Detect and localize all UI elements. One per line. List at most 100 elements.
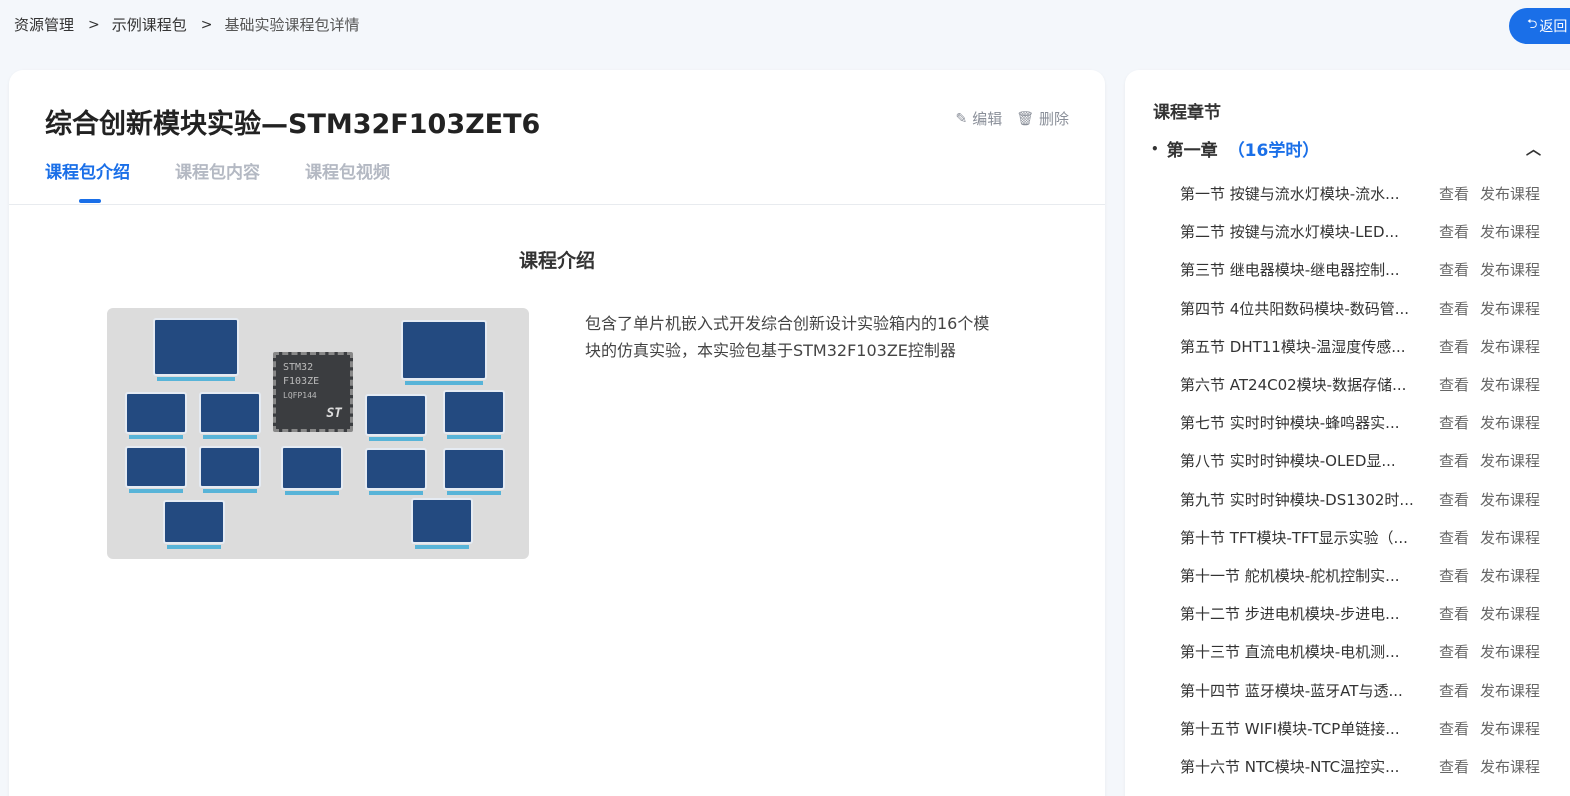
edit-icon: ✎ <box>955 110 968 127</box>
chevron-up-icon[interactable]: ︿ <box>1526 138 1541 159</box>
tab-package-video[interactable]: 课程包视频 <box>305 158 390 183</box>
course-actions: ✎ 编辑 🗑 删除 <box>941 108 1069 129</box>
publish-course-button[interactable]: 发布课程 <box>1480 603 1540 624</box>
publish-course-button[interactable]: 发布课程 <box>1480 298 1540 319</box>
module-board <box>365 394 427 441</box>
lesson-item: 第六节 AT24C02模块-数据存储... 查看 发布课程 <box>1180 374 1540 394</box>
lesson-item: 第十五节 WIFI模块-TCP单链接... 查看 发布课程 <box>1180 718 1540 738</box>
publish-course-button[interactable]: 发布课程 <box>1480 336 1540 357</box>
publish-course-button[interactable]: 发布课程 <box>1480 680 1540 701</box>
edit-button[interactable]: ✎ 编辑 <box>955 108 1002 129</box>
course-detail-card: 综合创新模块实验—STM32F103ZET6 ✎ 编辑 🗑 删除 课程包介绍 课… <box>9 70 1105 796</box>
module-board <box>199 446 261 493</box>
publish-course-button[interactable]: 发布课程 <box>1480 718 1540 739</box>
breadcrumb: 资源管理 > 示例课程包 > 基础实验课程包详情 <box>14 14 360 35</box>
view-button[interactable]: 查看 <box>1439 374 1469 395</box>
lesson-item: 第十节 TFT模块-TFT显示实验（... 查看 发布课程 <box>1180 527 1540 547</box>
breadcrumb-resource-management[interactable]: 资源管理 <box>14 14 74 35</box>
lesson-item: 第一节 按键与流水灯模块-流水... 查看 发布课程 <box>1180 183 1540 203</box>
view-button[interactable]: 查看 <box>1439 641 1469 662</box>
view-button[interactable]: 查看 <box>1439 298 1469 319</box>
publish-course-button[interactable]: 发布课程 <box>1480 450 1540 471</box>
view-button[interactable]: 查看 <box>1439 259 1469 280</box>
lesson-title[interactable]: 第十一节 舵机模块-舵机控制实... <box>1180 565 1420 586</box>
module-board <box>125 446 187 493</box>
publish-course-button[interactable]: 发布课程 <box>1480 259 1540 280</box>
course-description: 包含了单片机嵌入式开发综合创新设计实验箱内的16个模块的仿真实验，本实验包基于S… <box>585 314 990 360</box>
lesson-title[interactable]: 第三节 继电器模块-继电器控制... <box>1180 259 1420 280</box>
page-title: 综合创新模块实验—STM32F103ZET6 <box>45 109 541 140</box>
top-bar: 资源管理 > 示例课程包 > 基础实验课程包详情 ⮌ 返回 <box>0 0 1570 52</box>
view-button[interactable]: 查看 <box>1439 412 1469 433</box>
lesson-item: 第四节 4位共阳数码模块-数码管... 查看 发布课程 <box>1180 298 1540 318</box>
publish-course-button[interactable]: 发布课程 <box>1480 756 1540 777</box>
lesson-title[interactable]: 第八节 实时时钟模块-OLED显... <box>1180 450 1420 471</box>
tab-package-intro[interactable]: 课程包介绍 <box>45 158 130 203</box>
publish-course-button[interactable]: 发布课程 <box>1480 412 1540 433</box>
lesson-title[interactable]: 第七节 实时时钟模块-蜂鸣器实... <box>1180 412 1420 433</box>
chip-label-line2: F103ZE <box>283 376 320 387</box>
view-button[interactable]: 查看 <box>1439 603 1469 624</box>
edit-label: 编辑 <box>972 110 1003 128</box>
view-button[interactable]: 查看 <box>1439 565 1469 586</box>
view-button[interactable]: 查看 <box>1439 718 1469 739</box>
delete-button[interactable]: 🗑 删除 <box>1016 108 1069 129</box>
module-board <box>125 392 187 439</box>
view-button[interactable]: 查看 <box>1439 183 1469 204</box>
module-board <box>443 448 505 495</box>
module-board <box>153 318 239 381</box>
tab-label: 课程包视频 <box>305 163 390 183</box>
lesson-item: 第九节 实时时钟模块-DS1302时... 查看 发布课程 <box>1180 489 1540 509</box>
chip-label-line3: LQFP144 <box>283 391 317 400</box>
chapter-header[interactable]: • 第一章 （16学时） ︿ <box>1151 136 1541 161</box>
breadcrumb-sample-package[interactable]: 示例课程包 <box>112 14 187 35</box>
lesson-title[interactable]: 第十二节 步进电机模块-步进电... <box>1180 603 1420 624</box>
view-button[interactable]: 查看 <box>1439 756 1469 777</box>
lesson-title[interactable]: 第五节 DHT11模块-温湿度传感... <box>1180 336 1420 357</box>
view-button[interactable]: 查看 <box>1439 680 1469 701</box>
tab-bar: 课程包介绍 课程包内容 课程包视频 <box>45 158 435 203</box>
back-button[interactable]: ⮌ 返回 <box>1509 8 1570 44</box>
publish-course-button[interactable]: 发布课程 <box>1480 221 1540 242</box>
lesson-title[interactable]: 第四节 4位共阳数码模块-数码管... <box>1180 298 1420 319</box>
publish-course-button[interactable]: 发布课程 <box>1480 565 1540 586</box>
publish-course-button[interactable]: 发布课程 <box>1480 527 1540 548</box>
module-board <box>401 320 487 385</box>
chapter-panel-title: 课程章节 <box>1153 103 1221 123</box>
tab-package-content[interactable]: 课程包内容 <box>175 158 260 183</box>
lesson-title[interactable]: 第十节 TFT模块-TFT显示实验（... <box>1180 527 1420 548</box>
view-button[interactable]: 查看 <box>1439 527 1469 548</box>
lesson-title[interactable]: 第十六节 NTC模块-NTC温控实... <box>1180 756 1420 777</box>
module-board <box>365 448 427 495</box>
view-button[interactable]: 查看 <box>1439 450 1469 471</box>
back-button-label: 返回 <box>1539 19 1568 35</box>
course-cover-image: STM32 F103ZE LQFP144 ST <box>107 308 529 559</box>
module-board <box>199 392 261 439</box>
lesson-title[interactable]: 第十四节 蓝牙模块-蓝牙AT与透... <box>1180 680 1420 701</box>
publish-course-button[interactable]: 发布课程 <box>1480 489 1540 510</box>
lesson-item: 第二节 按键与流水灯模块-LED... 查看 发布课程 <box>1180 221 1540 241</box>
lesson-item: 第七节 实时时钟模块-蜂鸣器实... 查看 发布课程 <box>1180 412 1540 432</box>
lesson-title[interactable]: 第二节 按键与流水灯模块-LED... <box>1180 221 1420 242</box>
tab-divider <box>9 204 1105 205</box>
tab-label: 课程包介绍 <box>45 163 130 183</box>
view-button[interactable]: 查看 <box>1439 336 1469 357</box>
chapter-panel: 课程章节 • 第一章 （16学时） ︿ 第一节 按键与流水灯模块-流水... 查看… <box>1125 70 1570 796</box>
lesson-title[interactable]: 第十三节 直流电机模块-电机测... <box>1180 641 1420 662</box>
lesson-title[interactable]: 第一节 按键与流水灯模块-流水... <box>1180 183 1420 204</box>
view-button[interactable]: 查看 <box>1439 221 1469 242</box>
publish-course-button[interactable]: 发布课程 <box>1480 183 1540 204</box>
module-board <box>281 446 343 495</box>
lesson-item: 第五节 DHT11模块-温湿度传感... 查看 发布课程 <box>1180 336 1540 356</box>
lesson-title[interactable]: 第九节 实时时钟模块-DS1302时... <box>1180 489 1420 510</box>
delete-label: 删除 <box>1038 110 1069 128</box>
view-button[interactable]: 查看 <box>1439 489 1469 510</box>
publish-course-button[interactable]: 发布课程 <box>1480 374 1540 395</box>
mcu-chip: STM32 F103ZE LQFP144 ST <box>273 352 353 432</box>
tab-label: 课程包内容 <box>175 163 260 183</box>
bullet-icon: • <box>1151 141 1159 156</box>
chip-label-line1: STM32 <box>283 362 314 373</box>
publish-course-button[interactable]: 发布课程 <box>1480 641 1540 662</box>
lesson-title[interactable]: 第六节 AT24C02模块-数据存储... <box>1180 374 1420 395</box>
lesson-title[interactable]: 第十五节 WIFI模块-TCP单链接... <box>1180 718 1420 739</box>
